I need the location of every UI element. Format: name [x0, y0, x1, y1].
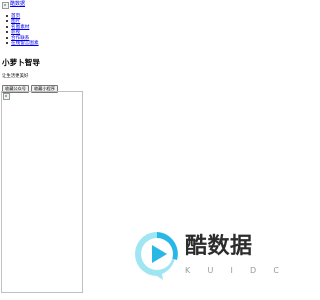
- site-tagline: 让生活更美好: [2, 73, 29, 78]
- watermark-letter: C: [273, 266, 279, 275]
- nav-link-message[interactable]: 在线留言图素: [11, 40, 39, 45]
- main-nav: 首页 图片 名图素材 影视 合作联系 在线留言图素: [4, 13, 39, 45]
- watermark-letter: D: [250, 266, 257, 275]
- site-logo-link[interactable]: 酷数据: [2, 1, 26, 9]
- watermark-title: 酷数据: [185, 234, 253, 259]
- nav-item: 在线留言图素: [4, 40, 39, 45]
- watermark-subtitle: K U I D C: [185, 266, 279, 276]
- nav-link-video[interactable]: 影视: [11, 29, 20, 34]
- nav-link-images[interactable]: 图片: [11, 18, 20, 23]
- nav-link-contact[interactable]: 合作联系: [11, 35, 29, 40]
- watermark-letter: U: [207, 266, 214, 275]
- watermark-logo: 酷数据 K U I D C: [133, 230, 279, 282]
- watermark-letter: K: [185, 266, 191, 275]
- broken-image-icon: [2, 1, 9, 9]
- content-image-frame: [1, 91, 83, 293]
- watermark-letter: I: [230, 266, 233, 275]
- play-bubble-icon: [135, 232, 178, 280]
- broken-image-icon: [3, 93, 10, 100]
- logo-alt-text: 酷数据: [10, 2, 26, 7]
- page-title: 小萝卜智导: [2, 58, 40, 67]
